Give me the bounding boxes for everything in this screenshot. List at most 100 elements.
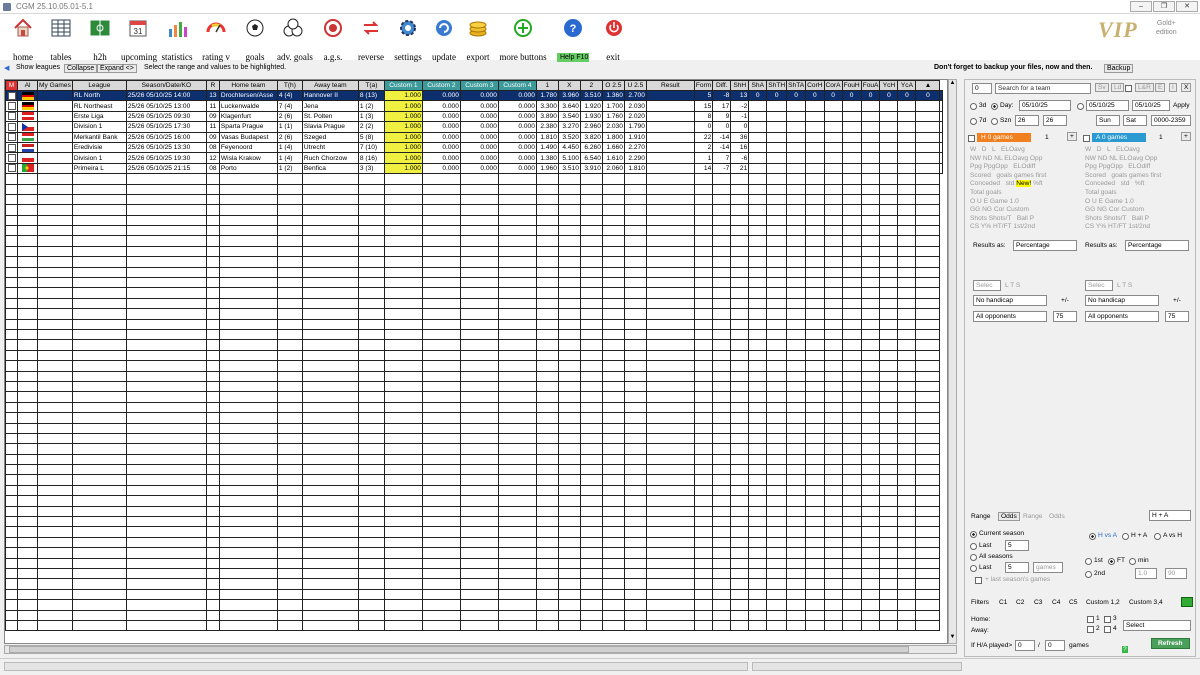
- table-row[interactable]: [5, 588, 943, 601]
- mark-checkbox[interactable]: [5, 183, 18, 195]
- table-row[interactable]: [5, 391, 943, 403]
- away-pct-spinner[interactable]: 75: [1165, 311, 1189, 322]
- table-row[interactable]: Primeira L 25/26 05/10/25 21:15 08 Porto 1 (…: [5, 162, 944, 175]
- home-add-button[interactable]: +: [1067, 132, 1077, 141]
- time-range-input[interactable]: 0000-2359: [1151, 115, 1191, 126]
- season-radio[interactable]: [991, 118, 998, 125]
- last-games-radio[interactable]: [970, 565, 977, 572]
- column-header[interactable]: X: [557, 80, 581, 91]
- column-header[interactable]: ShA: [748, 80, 768, 91]
- column-header[interactable]: T(a): [357, 80, 385, 91]
- column-header[interactable]: ShH: [730, 80, 750, 91]
- tab-c4[interactable]: C4: [1052, 599, 1060, 606]
- home-games-checkbox[interactable]: [968, 135, 975, 142]
- column-header[interactable]: ShTA: [786, 80, 807, 91]
- tab-range-2[interactable]: Range: [1023, 513, 1042, 520]
- table-row[interactable]: [5, 318, 943, 331]
- restore-button[interactable]: ❐: [1153, 1, 1175, 12]
- table-row[interactable]: [5, 547, 943, 559]
- mark-checkbox[interactable]: [5, 453, 18, 466]
- export-filter-icon[interactable]: [1181, 597, 1193, 607]
- table-row[interactable]: [5, 578, 943, 590]
- day-radio[interactable]: [991, 103, 998, 110]
- mark-checkbox[interactable]: [5, 204, 18, 216]
- mark-checkbox[interactable]: [5, 173, 18, 185]
- mark-checkbox[interactable]: [5, 567, 18, 580]
- full-time-radio[interactable]: [1108, 558, 1115, 565]
- table-row[interactable]: [5, 474, 943, 486]
- mark-checkbox[interactable]: [5, 225, 18, 237]
- rating-button[interactable]: rating v: [200, 17, 232, 62]
- mark-checkbox[interactable]: [5, 547, 18, 559]
- last-n-spinner[interactable]: 5: [1005, 540, 1029, 551]
- mark-checkbox[interactable]: [5, 318, 18, 331]
- mark-checkbox[interactable]: [5, 464, 18, 476]
- table-row[interactable]: [5, 453, 943, 466]
- mark-checkbox[interactable]: [5, 266, 18, 279]
- column-header[interactable]: Form: [693, 80, 714, 91]
- second-half-radio[interactable]: [1085, 571, 1092, 578]
- column-header[interactable]: FouA: [860, 80, 881, 91]
- table-row[interactable]: [5, 214, 943, 227]
- show-leagues-toggle[interactable]: Show leagues: [16, 64, 60, 71]
- backup-button[interactable]: Backup: [1104, 64, 1134, 73]
- team-search-input[interactable]: Search for a team: [995, 83, 1091, 94]
- upcoming-button[interactable]: 31 upcoming: [121, 17, 157, 62]
- from-date-select[interactable]: 05/10/25: [1086, 100, 1129, 111]
- table-row[interactable]: [5, 360, 943, 372]
- if-played-home-spinner[interactable]: 0: [1015, 640, 1035, 651]
- mark-checkbox[interactable]: [5, 599, 18, 611]
- mark-checkbox[interactable]: [5, 162, 18, 175]
- more-buttons-button[interactable]: more buttons: [498, 17, 548, 62]
- mark-checkbox[interactable]: [5, 110, 18, 123]
- table-row[interactable]: [5, 235, 943, 247]
- table-row[interactable]: [5, 412, 943, 424]
- mark-checkbox[interactable]: [5, 443, 18, 455]
- table-row[interactable]: [5, 266, 943, 279]
- column-header[interactable]: Home team: [218, 80, 278, 91]
- home-results-as-select[interactable]: Percentage: [1013, 240, 1077, 251]
- column-header[interactable]: CorH: [805, 80, 825, 91]
- table-row[interactable]: [5, 193, 943, 206]
- first-half-radio[interactable]: [1085, 558, 1092, 565]
- table-row[interactable]: [5, 370, 943, 382]
- table-row[interactable]: [5, 204, 943, 216]
- column-header[interactable]: R: [205, 80, 220, 91]
- away-opponents-select[interactable]: All opponents: [1085, 311, 1159, 322]
- column-header[interactable]: Season/Date/KO: [125, 80, 207, 91]
- day-select[interactable]: 05/10/25: [1019, 100, 1071, 111]
- x-button[interactable]: X: [1181, 83, 1192, 92]
- column-header[interactable]: ShTH: [766, 80, 788, 91]
- mark-checkbox[interactable]: [5, 536, 18, 549]
- column-header[interactable]: Custom 1: [383, 80, 423, 91]
- mark-checkbox[interactable]: [5, 380, 18, 393]
- column-header[interactable]: League: [71, 80, 127, 91]
- refresh-button[interactable]: Refresh: [1151, 638, 1190, 649]
- mark-checkbox[interactable]: [5, 609, 18, 621]
- mark-checkbox[interactable]: [5, 277, 18, 289]
- mark-checkbox[interactable]: [5, 495, 18, 507]
- table-row[interactable]: [5, 464, 943, 476]
- table-row[interactable]: [5, 225, 943, 237]
- mark-checkbox[interactable]: [5, 391, 18, 403]
- i-button[interactable]: I: [1169, 83, 1177, 92]
- mark-checkbox[interactable]: [5, 412, 18, 424]
- to-date-select[interactable]: 05/10/25: [1132, 100, 1170, 111]
- table-row[interactable]: [5, 328, 943, 341]
- mark-checkbox[interactable]: [5, 578, 18, 590]
- table-row[interactable]: Erste Liga 25/26 05/10/25 09:30 09 Klagenfu…: [5, 110, 944, 123]
- table-row[interactable]: Merkantil Bank 25/26 05/10/25 16:00 09 Vasa…: [5, 131, 944, 143]
- min-from-spinner[interactable]: 1.0: [1135, 568, 1157, 579]
- season-to-spinner[interactable]: 26: [1043, 115, 1067, 126]
- help-button[interactable]: ? Help F10: [557, 17, 589, 62]
- column-header[interactable]: Diff.: [712, 80, 732, 91]
- table-row[interactable]: [5, 287, 943, 299]
- left-arrow-icon[interactable]: ◀: [4, 64, 9, 72]
- home-opponents-select[interactable]: All opponents: [973, 311, 1047, 322]
- mark-checkbox[interactable]: [5, 328, 18, 341]
- filter-select[interactable]: Select: [1123, 620, 1191, 631]
- table-row[interactable]: Eredivisie 25/26 05/10/25 13:30 08 Feyenoor…: [5, 141, 944, 154]
- filter-1-checkbox[interactable]: [1087, 616, 1094, 623]
- mark-checkbox[interactable]: [5, 214, 18, 227]
- settings-button[interactable]: settings: [393, 17, 423, 62]
